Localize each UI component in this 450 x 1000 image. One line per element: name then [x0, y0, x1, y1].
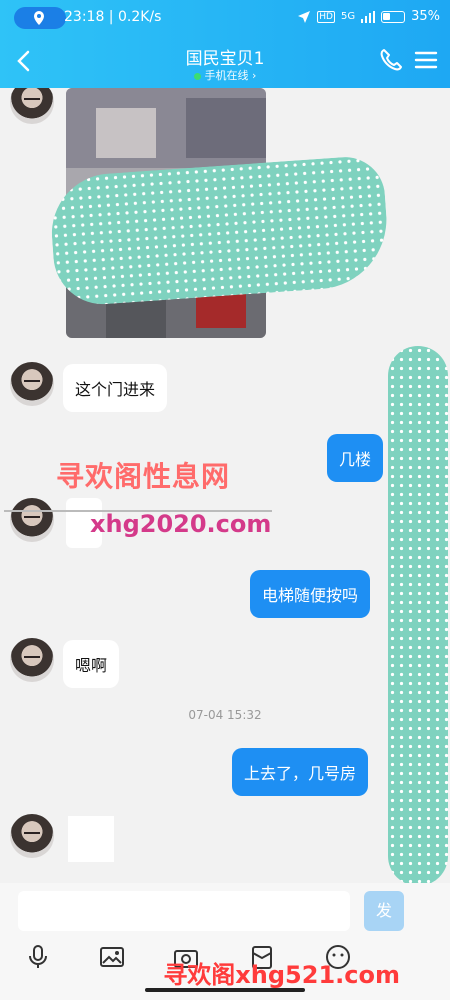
phone-icon[interactable] — [376, 46, 404, 74]
outgoing-message[interactable]: 电梯随便按吗 — [250, 570, 371, 618]
outgoing-message[interactable]: 几楼 — [327, 434, 384, 482]
hd-icon: HD — [317, 10, 335, 23]
signal-arrow-icon — [298, 10, 311, 23]
timestamp: 07-04 15:32 — [188, 708, 262, 722]
watermark-url: xhg2020.com — [90, 510, 272, 538]
home-indicator[interactable] — [145, 988, 305, 992]
incoming-message[interactable]: 嗯啊 — [63, 640, 120, 688]
contact-avatar[interactable] — [10, 498, 54, 542]
watermark-footer: 寻欢阁xhg521.com — [163, 961, 400, 989]
scribble-cover-top — [47, 154, 392, 308]
contact-avatar[interactable] — [10, 814, 54, 858]
status-bar: 23:18 | 0.2K/s HD 5G 35% — [0, 6, 450, 32]
scribble-cover-right — [388, 346, 448, 883]
online-dot-icon — [193, 72, 201, 80]
location-icon — [34, 11, 44, 25]
microphone-icon[interactable] — [24, 943, 52, 971]
battery-label: 35% — [411, 9, 440, 24]
outgoing-message[interactable]: 上去了，几号房 — [232, 748, 369, 796]
status-indicators: HD 5G 35% — [297, 9, 440, 24]
location-pill — [14, 7, 66, 29]
pending-image-message[interactable] — [68, 816, 114, 862]
image-icon[interactable] — [98, 943, 126, 971]
contact-avatar[interactable] — [10, 88, 54, 124]
message-input[interactable] — [18, 891, 350, 931]
signal-bars-icon — [361, 10, 376, 23]
send-button[interactable]: 发 — [364, 891, 404, 931]
incoming-message[interactable]: 这个门进来 — [63, 364, 168, 412]
contact-avatar[interactable] — [10, 638, 54, 682]
menu-icon[interactable] — [412, 46, 440, 74]
battery-icon — [381, 10, 406, 23]
contact-avatar[interactable] — [10, 362, 54, 406]
chat-header: 23:18 | 0.2K/s HD 5G 35% 国民宝贝1 手机在线 › — [0, 0, 450, 88]
network-label: 5G — [340, 11, 356, 22]
watermark-title: 寻欢阁性息网 — [56, 460, 231, 493]
status-time: 23:18 | 0.2K/s — [64, 9, 162, 25]
